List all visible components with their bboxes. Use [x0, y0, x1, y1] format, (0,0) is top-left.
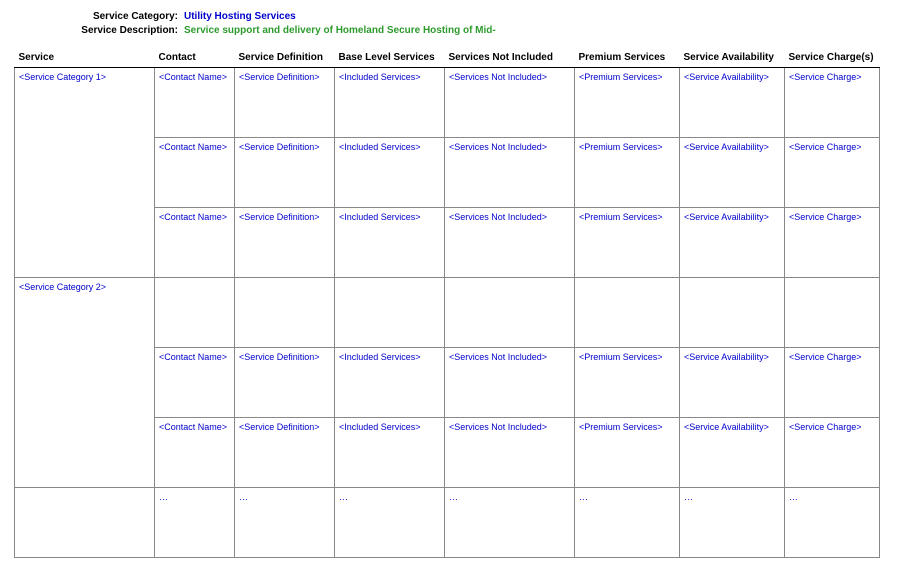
cell-ellipsis: … — [680, 488, 785, 558]
cell-included: <Included Services> — [335, 348, 445, 418]
cell-definition: <Service Definition> — [235, 68, 335, 138]
col-base: Base Level Services — [335, 48, 445, 68]
cell-ellipsis: … — [155, 488, 235, 558]
cell-definition: <Service Definition> — [235, 138, 335, 208]
service-category-label: Service Category: — [44, 10, 184, 24]
cell-contact: <Contact Name> — [155, 348, 235, 418]
cell-definition: <Service Definition> — [235, 208, 335, 278]
table-row: … … … … … … … — [15, 488, 880, 558]
cell-ellipsis: … — [575, 488, 680, 558]
cell-empty — [155, 278, 235, 348]
category-cell: <Service Category 2> — [15, 278, 155, 488]
col-availability: Service Availability — [680, 48, 785, 68]
cell-availability: <Service Availability> — [680, 418, 785, 488]
cell-premium: <Premium Services> — [575, 138, 680, 208]
cell-empty — [15, 488, 155, 558]
cell-notincluded: <Services Not Included> — [445, 68, 575, 138]
cell-included: <Included Services> — [335, 208, 445, 278]
cell-ellipsis: … — [335, 488, 445, 558]
cell-charge: <Service Charge> — [785, 208, 880, 278]
cell-ellipsis: … — [785, 488, 880, 558]
cell-empty — [335, 278, 445, 348]
table-row: <Service Category 2> — [15, 278, 880, 348]
cell-contact: <Contact Name> — [155, 208, 235, 278]
cell-included: <Included Services> — [335, 138, 445, 208]
service-description-label: Service Description: — [44, 24, 184, 38]
col-definition: Service Definition — [235, 48, 335, 68]
cell-notincluded: <Services Not Included> — [445, 348, 575, 418]
cell-definition: <Service Definition> — [235, 418, 335, 488]
table-header-row: Service Contact Service Definition Base … — [15, 48, 880, 68]
cell-notincluded: <Services Not Included> — [445, 138, 575, 208]
cell-notincluded: <Services Not Included> — [445, 208, 575, 278]
cell-empty — [680, 278, 785, 348]
col-charges: Service Charge(s) — [785, 48, 880, 68]
col-notincluded: Services Not Included — [445, 48, 575, 68]
cell-empty — [575, 278, 680, 348]
cell-definition: <Service Definition> — [235, 348, 335, 418]
cell-empty — [785, 278, 880, 348]
cell-availability: <Service Availability> — [680, 348, 785, 418]
cell-charge: <Service Charge> — [785, 418, 880, 488]
cell-charge: <Service Charge> — [785, 68, 880, 138]
col-contact: Contact — [155, 48, 235, 68]
cell-contact: <Contact Name> — [155, 68, 235, 138]
col-service: Service — [15, 48, 155, 68]
cell-premium: <Premium Services> — [575, 418, 680, 488]
cell-empty — [445, 278, 575, 348]
cell-ellipsis: … — [445, 488, 575, 558]
cell-ellipsis: … — [235, 488, 335, 558]
cell-empty — [235, 278, 335, 348]
cell-premium: <Premium Services> — [575, 68, 680, 138]
services-table: Service Contact Service Definition Base … — [14, 48, 880, 558]
category-cell: <Service Category 1> — [15, 68, 155, 278]
cell-premium: <Premium Services> — [575, 348, 680, 418]
table-row: <Service Category 1> <Contact Name> <Ser… — [15, 68, 880, 138]
cell-included: <Included Services> — [335, 418, 445, 488]
col-premium: Premium Services — [575, 48, 680, 68]
cell-included: <Included Services> — [335, 68, 445, 138]
cell-charge: <Service Charge> — [785, 138, 880, 208]
cell-premium: <Premium Services> — [575, 208, 680, 278]
cell-notincluded: <Services Not Included> — [445, 418, 575, 488]
cell-charge: <Service Charge> — [785, 348, 880, 418]
service-category-value: Utility Hosting Services — [184, 10, 296, 24]
meta-block: Service Category: Utility Hosting Servic… — [44, 10, 897, 38]
cell-contact: <Contact Name> — [155, 418, 235, 488]
cell-availability: <Service Availability> — [680, 208, 785, 278]
cell-availability: <Service Availability> — [680, 68, 785, 138]
cell-contact: <Contact Name> — [155, 138, 235, 208]
cell-availability: <Service Availability> — [680, 138, 785, 208]
service-description-value: Service support and delivery of Homeland… — [184, 24, 496, 38]
